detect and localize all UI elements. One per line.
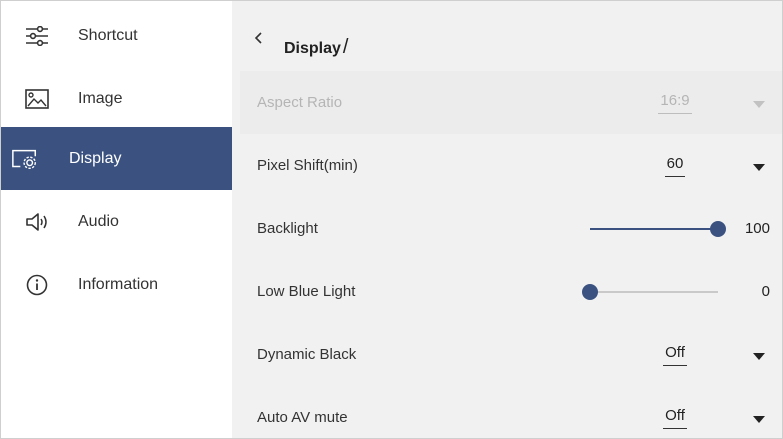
setting-row-aspect-ratio: Aspect Ratio 16:9 bbox=[240, 71, 782, 134]
sidebar: Shortcut Image Display Audio Information bbox=[1, 1, 232, 438]
setting-label: Pixel Shift(min) bbox=[257, 157, 358, 174]
setting-label: Aspect Ratio bbox=[257, 94, 343, 111]
pixel-shift-select[interactable]: 60 bbox=[640, 155, 710, 177]
display-settings-icon bbox=[11, 145, 39, 173]
page-title: Display / bbox=[284, 36, 349, 58]
slider-knob[interactable] bbox=[710, 221, 726, 237]
setting-row-auto-av-mute[interactable]: Auto AV mute Off bbox=[240, 386, 782, 439]
dropdown-caret-icon[interactable] bbox=[753, 353, 765, 360]
settings-panel: Display / Aspect Ratio 16:9 Pixel Shift(m… bbox=[232, 1, 782, 438]
sidebar-item-label: Audio bbox=[78, 212, 119, 230]
panel-header: Display / bbox=[232, 1, 782, 71]
sidebar-item-label: Shortcut bbox=[78, 26, 138, 44]
sidebar-item-shortcut[interactable]: Shortcut bbox=[1, 4, 232, 67]
setting-row-pixel-shift[interactable]: Pixel Shift(min) 60 bbox=[240, 134, 782, 197]
setting-row-backlight[interactable]: Backlight 100 bbox=[240, 197, 782, 260]
dynamic-black-select[interactable]: Off bbox=[640, 344, 710, 366]
sidebar-item-display[interactable]: Display bbox=[1, 127, 232, 190]
auto-av-mute-select[interactable]: Off bbox=[640, 407, 710, 429]
setting-label: Backlight bbox=[257, 220, 318, 237]
slider-knob[interactable] bbox=[582, 284, 598, 300]
sidebar-item-information[interactable]: Information bbox=[1, 253, 232, 316]
setting-row-dynamic-black[interactable]: Dynamic Black Off bbox=[240, 323, 782, 386]
aspect-ratio-value: 16:9 bbox=[640, 92, 710, 114]
backlight-value: 100 bbox=[744, 220, 770, 237]
sidebar-item-label: Image bbox=[78, 89, 123, 107]
backlight-slider[interactable] bbox=[590, 221, 726, 237]
setting-row-low-blue-light[interactable]: Low Blue Light 0 bbox=[240, 260, 782, 323]
sidebar-item-label: Display bbox=[69, 149, 122, 167]
setting-label: Auto AV mute bbox=[257, 409, 348, 426]
low-blue-light-slider[interactable] bbox=[582, 284, 718, 300]
speaker-icon bbox=[23, 208, 51, 236]
dropdown-caret-icon bbox=[753, 101, 765, 108]
setting-label: Dynamic Black bbox=[257, 346, 357, 363]
info-icon bbox=[23, 271, 51, 299]
sidebar-item-label: Information bbox=[78, 275, 159, 293]
back-arrow-icon[interactable] bbox=[252, 31, 266, 45]
setting-label: Low Blue Light bbox=[257, 283, 356, 300]
sidebar-item-audio[interactable]: Audio bbox=[1, 190, 232, 253]
sliders-icon bbox=[23, 22, 51, 50]
image-icon bbox=[23, 85, 51, 113]
low-blue-light-value: 0 bbox=[761, 283, 770, 300]
dropdown-caret-icon[interactable] bbox=[753, 416, 765, 423]
sidebar-item-image[interactable]: Image bbox=[1, 67, 232, 130]
dropdown-caret-icon[interactable] bbox=[753, 164, 765, 171]
slider-fill bbox=[590, 228, 718, 230]
